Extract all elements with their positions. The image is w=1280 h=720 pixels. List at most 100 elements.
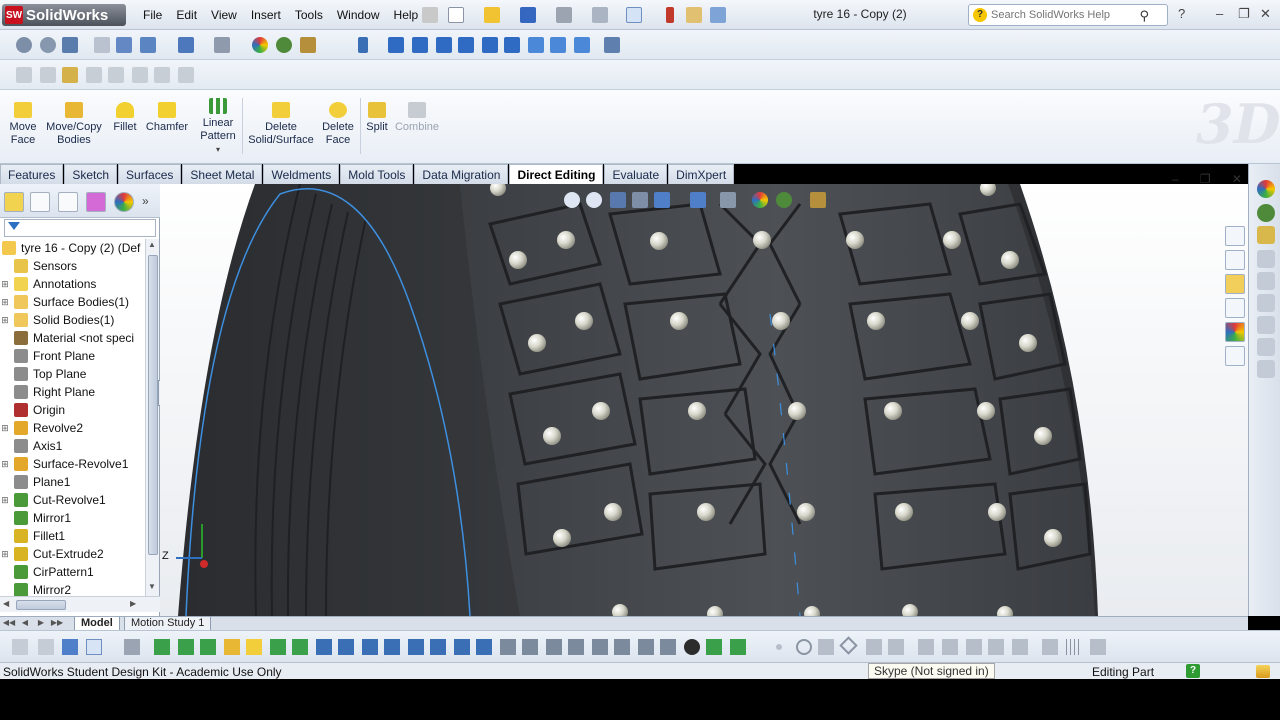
feature-tree-vertical-scrollbar[interactable]: ▲ ▼ (145, 239, 159, 596)
relations-icon[interactable] (592, 639, 608, 655)
tree-item[interactable]: Right Plane (0, 383, 146, 401)
tree-item[interactable]: ⊞ Surface-Revolve1 (0, 455, 146, 473)
sketch-tool-icon-3[interactable] (62, 67, 78, 83)
custom-properties-icon[interactable] (1225, 346, 1245, 366)
pane-tool-icon-3[interactable] (1257, 294, 1275, 312)
sketch-chamfer-icon[interactable] (338, 639, 354, 655)
print-icon[interactable] (556, 7, 572, 23)
convert-entities-icon[interactable] (730, 639, 746, 655)
tree-root-part[interactable]: tyre 16 - Copy (2) (Def (0, 239, 146, 257)
sketch-mirror-icon[interactable] (430, 639, 446, 655)
viewport-close-icon[interactable]: ✕ (1232, 172, 1242, 186)
expand-icon[interactable]: ⊞ (0, 495, 10, 506)
pane-tool-icon-1[interactable] (1257, 250, 1275, 268)
normal-to-icon[interactable] (358, 37, 368, 53)
sketch-extend-icon[interactable] (408, 639, 424, 655)
tree-item[interactable]: ⊞ Annotations (0, 275, 146, 293)
rebuild-icon[interactable] (666, 7, 674, 23)
hud-section-view-icon[interactable] (632, 192, 648, 208)
scene-icon[interactable] (276, 37, 292, 53)
tree-item[interactable]: Mirror2 (0, 581, 146, 596)
search-input[interactable] (991, 9, 1131, 21)
snap-angle-icon[interactable] (1090, 639, 1106, 655)
filter-faces-icon[interactable] (38, 639, 54, 655)
expand-icon[interactable]: ⊞ (0, 279, 10, 290)
sketch-fillet-icon[interactable] (316, 639, 332, 655)
sketch-centerline-icon[interactable] (292, 639, 308, 655)
appearances-pane-icon[interactable] (1257, 180, 1275, 198)
sketch-copy-icon[interactable] (546, 639, 562, 655)
select-other-icon[interactable] (124, 639, 140, 655)
tree-item[interactable]: ⊞ Cut-Revolve1 (0, 491, 146, 509)
front-view-icon[interactable] (388, 37, 404, 53)
sketch-stretch-icon[interactable] (568, 639, 584, 655)
quick-tips-icon[interactable]: ? (1186, 664, 1200, 678)
appearances-tab-icon[interactable] (1225, 322, 1245, 342)
hud-view-settings-icon[interactable] (810, 192, 826, 208)
snap-tangent-icon[interactable] (918, 639, 934, 655)
scrollbar-thumb[interactable] (148, 255, 158, 555)
move-entities-icon[interactable] (706, 639, 722, 655)
menu-tools[interactable]: Tools (288, 6, 330, 24)
sketch-rotate-icon[interactable] (500, 639, 516, 655)
combine-button[interactable]: Combine (394, 102, 440, 134)
previous-view-icon[interactable] (62, 37, 78, 53)
snap-perpendicular-icon[interactable] (942, 639, 958, 655)
delete-face-button[interactable]: Delete Face (320, 102, 356, 147)
quick-snaps-icon[interactable] (638, 639, 654, 655)
property-manager-tab-icon[interactable] (30, 192, 50, 212)
rebuild-status-icon[interactable] (1256, 665, 1270, 678)
bottom-view-icon[interactable] (504, 37, 520, 53)
tab-data-migration[interactable]: Data Migration (414, 164, 509, 184)
search-box[interactable]: ? ⚲ (968, 4, 1168, 26)
scroll-left-icon[interactable]: ◀ (3, 599, 9, 608)
delete-solid-surface-button[interactable]: Delete Solid/Surface (246, 102, 316, 147)
sketch-offset-icon[interactable] (362, 639, 378, 655)
sketch-point-icon[interactable] (270, 639, 286, 655)
tab-motion-study[interactable]: Motion Study 1 (124, 617, 212, 631)
graphics-area[interactable]: Z (160, 184, 1248, 616)
linear-pattern-button[interactable]: Linear Pattern ▾ (198, 98, 238, 156)
hud-zoom-to-fit-icon[interactable] (564, 192, 580, 208)
decals-pane-icon[interactable] (1257, 226, 1275, 244)
tab-mold-tools[interactable]: Mold Tools (340, 164, 414, 184)
tab-surfaces[interactable]: Surfaces (118, 164, 182, 184)
pane-tool-icon-5[interactable] (1257, 338, 1275, 356)
first-tab-icon[interactable]: ◀◀ (2, 618, 16, 630)
tab-direct-editing[interactable]: Direct Editing (509, 164, 604, 184)
pane-tool-icon-2[interactable] (1257, 272, 1275, 290)
scroll-up-icon[interactable]: ▲ (148, 240, 156, 249)
menu-view[interactable]: View (204, 6, 244, 24)
tree-item[interactable]: Plane1 (0, 473, 146, 491)
sketch-tool-icon-6[interactable] (132, 67, 148, 83)
viewport-restore-icon[interactable]: ❐ (1200, 172, 1211, 186)
new-document-icon[interactable] (448, 7, 464, 23)
display-style-icon[interactable] (140, 37, 156, 53)
select-tool-icon[interactable] (86, 639, 102, 655)
snap-point-icon[interactable] (776, 644, 782, 650)
expand-icon[interactable]: ⊞ (0, 315, 10, 326)
tab-features[interactable]: Features (0, 164, 64, 184)
file-properties-icon[interactable] (686, 7, 702, 23)
options-icon[interactable] (710, 7, 726, 23)
chamfer-button[interactable]: Chamfer (144, 102, 190, 134)
filter-tool-icon[interactable] (12, 639, 28, 655)
feature-tree-tab-icon[interactable] (4, 192, 24, 212)
sketch-rectangle-icon[interactable] (178, 639, 194, 655)
viewport-minimize-icon[interactable]: – (1172, 172, 1179, 186)
menu-file[interactable]: File (136, 6, 169, 24)
minimize-icon[interactable]: – (1216, 6, 1223, 21)
menu-help[interactable]: Help (387, 6, 426, 24)
sketch-scale-icon[interactable] (522, 639, 538, 655)
sketch-arc-icon[interactable] (224, 639, 240, 655)
section-view-icon[interactable] (94, 37, 110, 53)
move-copy-bodies-button[interactable]: Move/Copy Bodies (44, 102, 104, 147)
trimetric-view-icon[interactable] (550, 37, 566, 53)
measure-icon[interactable] (604, 37, 620, 53)
sketch-tool-icon-2[interactable] (40, 67, 56, 83)
view-palette-icon[interactable] (1225, 298, 1245, 318)
solidworks-resources-icon[interactable] (1225, 226, 1245, 246)
sketch-tool-icon-5[interactable] (108, 67, 124, 83)
sketch-move-icon[interactable] (476, 639, 492, 655)
feature-tree-horizontal-scrollbar[interactable]: ◀ ▶ (0, 596, 160, 612)
